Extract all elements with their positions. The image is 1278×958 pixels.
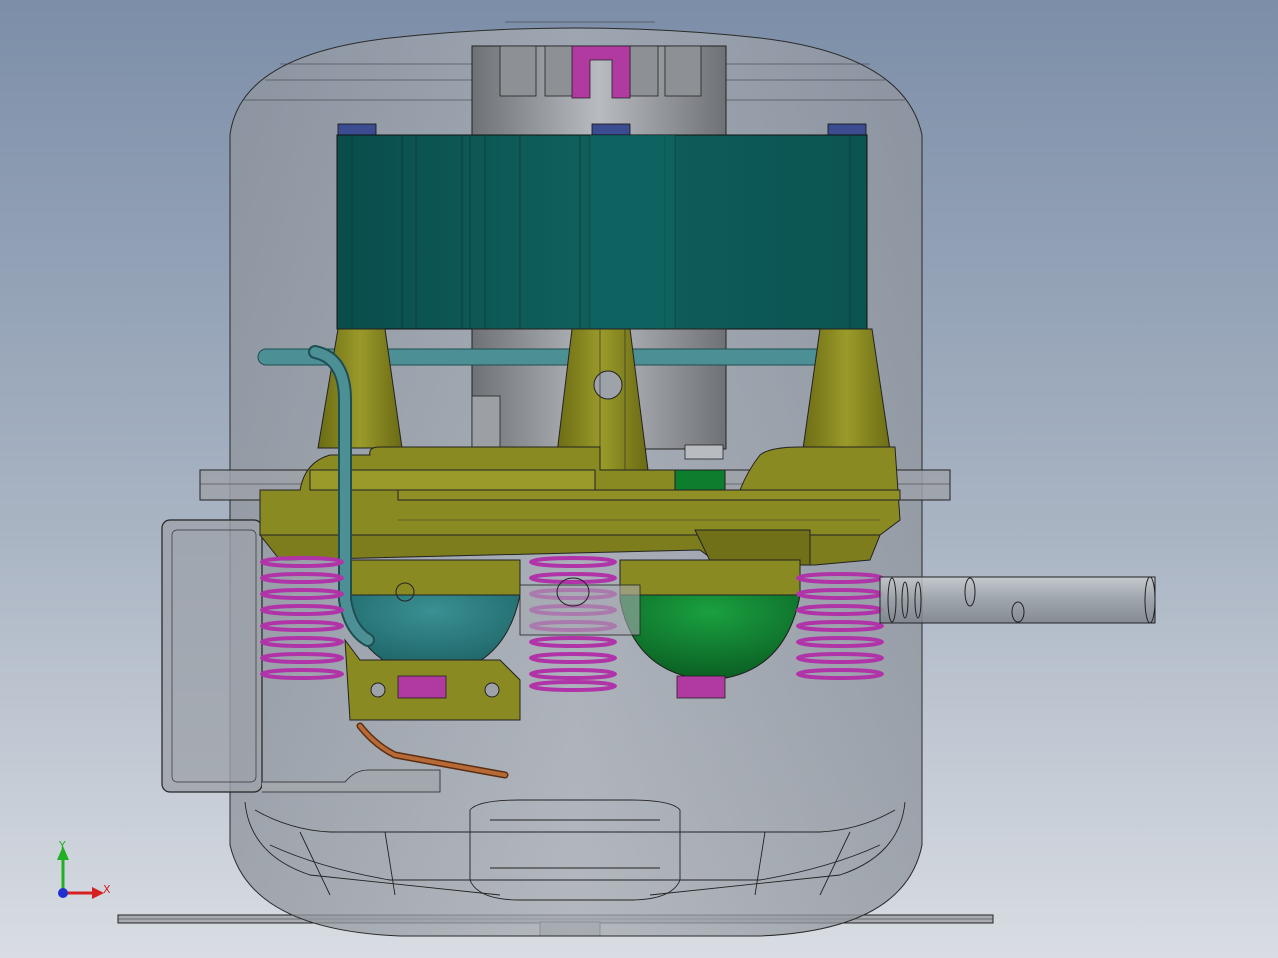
spring-collar (519, 577, 641, 636)
service-tube (879, 576, 1156, 624)
compressor-model[interactable]: Y X (0, 0, 1278, 958)
cad-viewport[interactable]: Y X (0, 0, 1278, 958)
x-axis-label: X (103, 883, 111, 896)
rotor-top (471, 45, 727, 137)
crankcase-body (258, 446, 901, 566)
y-axis-label: Y (58, 839, 66, 852)
motor-stator (336, 134, 868, 330)
coordinate-triad: Y X (57, 839, 111, 899)
